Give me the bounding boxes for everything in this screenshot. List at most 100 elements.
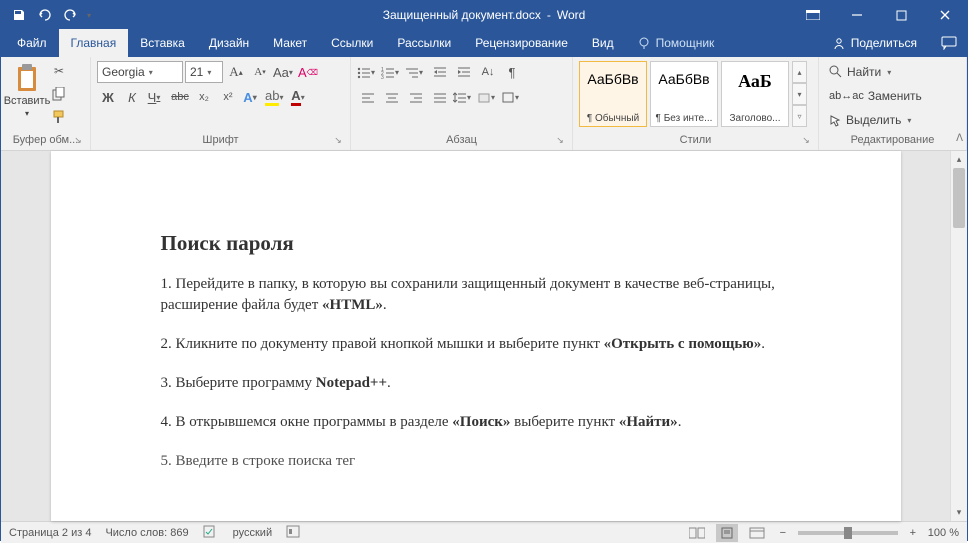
format-painter-icon[interactable] [49,107,69,127]
style-no-spacing[interactable]: АаБбВв ¶ Без инте... [650,61,718,127]
gallery-down-icon[interactable]: ▾ [792,83,807,105]
document-page[interactable]: Поиск пароля 1. Перейдите в папку, в кот… [51,151,901,521]
font-color-icon[interactable]: A▾ [289,86,311,108]
print-layout-icon[interactable] [716,524,738,542]
align-right-icon[interactable] [405,86,427,108]
tab-references[interactable]: Ссылки [319,29,385,57]
minimize-icon[interactable] [835,1,879,29]
group-styles: АаБбВв ¶ Обычный АаБбВв ¶ Без инте... Аа… [573,57,819,150]
font-name-combo[interactable]: Georgia▾ [97,61,183,83]
multilevel-icon[interactable]: ▾ [405,61,427,83]
paste-button[interactable]: Вставить ▾ [7,61,47,118]
align-center-icon[interactable] [381,86,403,108]
numbering-icon[interactable]: 123▾ [381,61,403,83]
doc-heading: Поиск пароля [161,229,801,258]
gallery-up-icon[interactable]: ▴ [792,61,807,83]
clear-format-icon[interactable]: A⌫ [297,61,319,83]
justify-icon[interactable] [429,86,451,108]
copy-icon[interactable] [49,84,69,104]
scrollbar-thumb[interactable] [953,168,965,228]
status-language[interactable]: русский [233,527,272,539]
highlight-icon[interactable]: ab▾ [265,86,287,108]
status-words[interactable]: Число слов: 869 [105,527,188,539]
italic-button[interactable]: К [121,86,143,108]
style-normal[interactable]: АаБбВв ¶ Обычный [579,61,647,127]
status-page[interactable]: Страница 2 из 4 [9,527,91,539]
subscript-button[interactable]: x₂ [193,86,215,108]
document-title: Защищенный документ.docx [383,8,541,22]
font-launcher-icon[interactable]: ↘ [332,133,344,148]
scroll-down-icon[interactable]: ▾ [951,504,967,521]
doc-para-5: 5. Введите в строке поиска тег [161,451,801,472]
tab-view[interactable]: Вид [580,29,626,57]
underline-button[interactable]: Ч▾ [145,86,167,108]
shrink-font-icon[interactable]: A▾ [249,61,271,83]
tab-insert[interactable]: Вставка [128,29,197,57]
share-icon [832,37,846,50]
find-button[interactable]: Найти▾ [825,61,926,83]
style-heading1[interactable]: АаБ Заголово... [721,61,789,127]
clipboard-launcher-icon[interactable]: ↘ [72,133,84,148]
statusbar: Страница 2 из 4 Число слов: 869 русский … [1,521,967,543]
ribbon-tabs: Файл Главная Вставка Дизайн Макет Ссылки… [1,29,967,57]
save-icon[interactable] [7,3,31,27]
font-size-combo[interactable]: 21▾ [185,61,223,83]
vertical-scrollbar[interactable]: ▴ ▾ [950,151,967,521]
qat-customize-icon[interactable]: ▾ [85,3,93,27]
scroll-up-icon[interactable]: ▴ [951,151,967,168]
tab-file[interactable]: Файл [5,29,59,57]
doc-para-4: 4. В открывшемся окне программы в раздел… [161,412,801,433]
cut-icon[interactable]: ✂ [49,61,69,81]
replace-button[interactable]: ab↔acЗаменить [825,85,926,107]
tab-design[interactable]: Дизайн [197,29,261,57]
undo-icon[interactable] [33,3,57,27]
gallery-more-icon[interactable]: ▿ [792,105,807,127]
ribbon-options-icon[interactable] [791,1,835,29]
borders-icon[interactable]: ▾ [501,86,523,108]
doc-para-2: 2. Кликните по документу правой кнопкой … [161,334,801,355]
styles-launcher-icon[interactable]: ↘ [800,133,812,148]
select-button[interactable]: Выделить▾ [825,109,926,131]
close-icon[interactable] [923,1,967,29]
tell-me-input[interactable]: Помощник [626,29,727,57]
search-icon [829,65,843,79]
zoom-level[interactable]: 100 % [928,527,959,539]
tab-home[interactable]: Главная [59,29,129,57]
document-area: ᐱ Поиск пароля 1. Перейдите в папку, в к… [1,151,967,521]
tab-review[interactable]: Рецензирование [463,29,580,57]
sort-icon[interactable]: A↓ [477,61,499,83]
redo-icon[interactable] [59,3,83,27]
grow-font-icon[interactable]: A▴ [225,61,247,83]
zoom-slider[interactable] [798,531,898,535]
spellcheck-icon[interactable] [203,525,219,541]
zoom-out-icon[interactable]: − [776,527,790,539]
web-layout-icon[interactable] [746,524,768,542]
read-mode-icon[interactable] [686,524,708,542]
zoom-in-icon[interactable]: + [906,527,920,539]
group-font: Georgia▾ 21▾ A▴ A▾ Aa▾ A⌫ Ж К Ч▾ abc x₂ … [91,57,351,150]
bold-button[interactable]: Ж [97,86,119,108]
text-effects-icon[interactable]: A▾ [241,86,263,108]
change-case-icon[interactable]: Aa▾ [273,61,295,83]
show-marks-icon[interactable]: ¶ [501,61,523,83]
group-editing: Найти▾ ab↔acЗаменить Выделить▾ Редактиро… [819,57,967,150]
decrease-indent-icon[interactable] [429,61,451,83]
collapse-ribbon-icon[interactable]: ᐱ [956,133,963,144]
share-button[interactable]: Поделиться [818,29,931,57]
macro-icon[interactable] [286,525,300,541]
align-left-icon[interactable] [357,86,379,108]
strike-button[interactable]: abc [169,86,191,108]
superscript-button[interactable]: x² [217,86,239,108]
lightbulb-icon [638,37,651,50]
maximize-icon[interactable] [879,1,923,29]
paragraph-launcher-icon[interactable]: ↘ [554,133,566,148]
increase-indent-icon[interactable] [453,61,475,83]
comments-icon[interactable] [931,29,967,57]
line-spacing-icon[interactable]: ▾ [453,86,475,108]
bullets-icon[interactable]: ▾ [357,61,379,83]
tab-mailings[interactable]: Рассылки [385,29,463,57]
ribbon: Вставить ▾ ✂ Буфер обм...↘ Georgia▾ 21▾ … [1,57,967,151]
shading-icon[interactable]: ▾ [477,86,499,108]
tab-layout[interactable]: Макет [261,29,319,57]
titlebar: ▾ Защищенный документ.docx - Word [1,1,967,29]
